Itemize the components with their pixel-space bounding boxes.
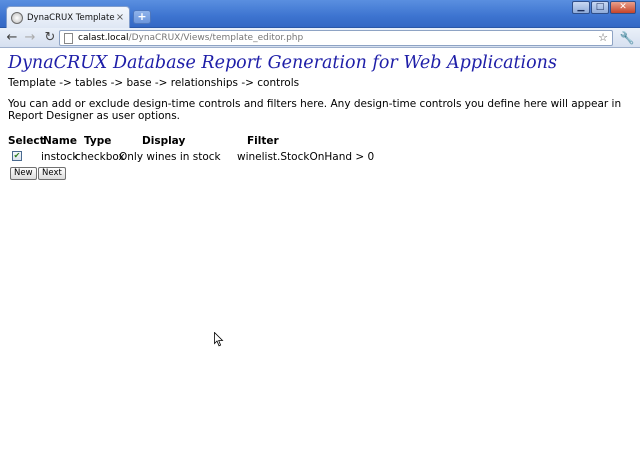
new-tab-button[interactable]: + — [133, 10, 151, 24]
new-button[interactable]: New — [10, 167, 37, 180]
row-display: Only wines in stock — [119, 151, 221, 163]
bookmark-star-icon[interactable]: ☆ — [598, 31, 608, 44]
wrench-menu-icon[interactable]: 🔧 — [619, 30, 635, 46]
header-filter: Filter — [247, 135, 279, 147]
url-path: /DynaCRUX/Views/template_editor.php — [128, 33, 304, 43]
row-name: instock — [41, 151, 79, 163]
row-filter: winelist.StockOnHand > 0 — [237, 151, 375, 163]
header-select: Select — [8, 135, 45, 147]
page-icon — [64, 32, 73, 44]
row-type: checkbox — [75, 151, 125, 163]
window-controls: ▁ □ ✕ — [572, 1, 636, 14]
next-button[interactable]: Next — [38, 167, 66, 180]
address-bar[interactable]: calast.local /DynaCRUX/Views/template_ed… — [59, 30, 613, 46]
forward-button[interactable]: → — [22, 30, 38, 46]
page-content: DynaCRUX Database Report Generation for … — [0, 49, 640, 461]
browser-toolbar: ← → ↻ calast.local /DynaCRUX/Views/templ… — [0, 28, 640, 48]
header-type: Type — [84, 135, 112, 147]
back-button[interactable]: ← — [4, 30, 20, 46]
close-window-button[interactable]: ✕ — [610, 1, 636, 14]
maximize-button[interactable]: □ — [591, 1, 609, 14]
page-title: DynaCRUX Database Report Generation for … — [8, 53, 557, 73]
header-name: Name — [43, 135, 77, 147]
intro-text: You can add or exclude design-time contr… — [8, 98, 622, 122]
browser-titlebar: DynaCRUX Template Editor × + ▁ □ ✕ — [0, 0, 640, 28]
select-checkbox[interactable]: ✔ — [12, 151, 22, 161]
mouse-pointer-icon — [214, 332, 224, 347]
close-tab-icon[interactable]: × — [115, 12, 125, 23]
header-display: Display — [142, 135, 186, 147]
breadcrumb: Template -> tables -> base -> relationsh… — [8, 77, 300, 89]
tab-title: DynaCRUX Template Editor — [27, 12, 115, 23]
globe-icon — [11, 11, 23, 24]
url-host: calast.local — [78, 33, 129, 43]
reload-button[interactable]: ↻ — [42, 30, 58, 46]
minimize-button[interactable]: ▁ — [572, 1, 590, 14]
tab-template-editor[interactable]: DynaCRUX Template Editor × — [6, 6, 130, 28]
